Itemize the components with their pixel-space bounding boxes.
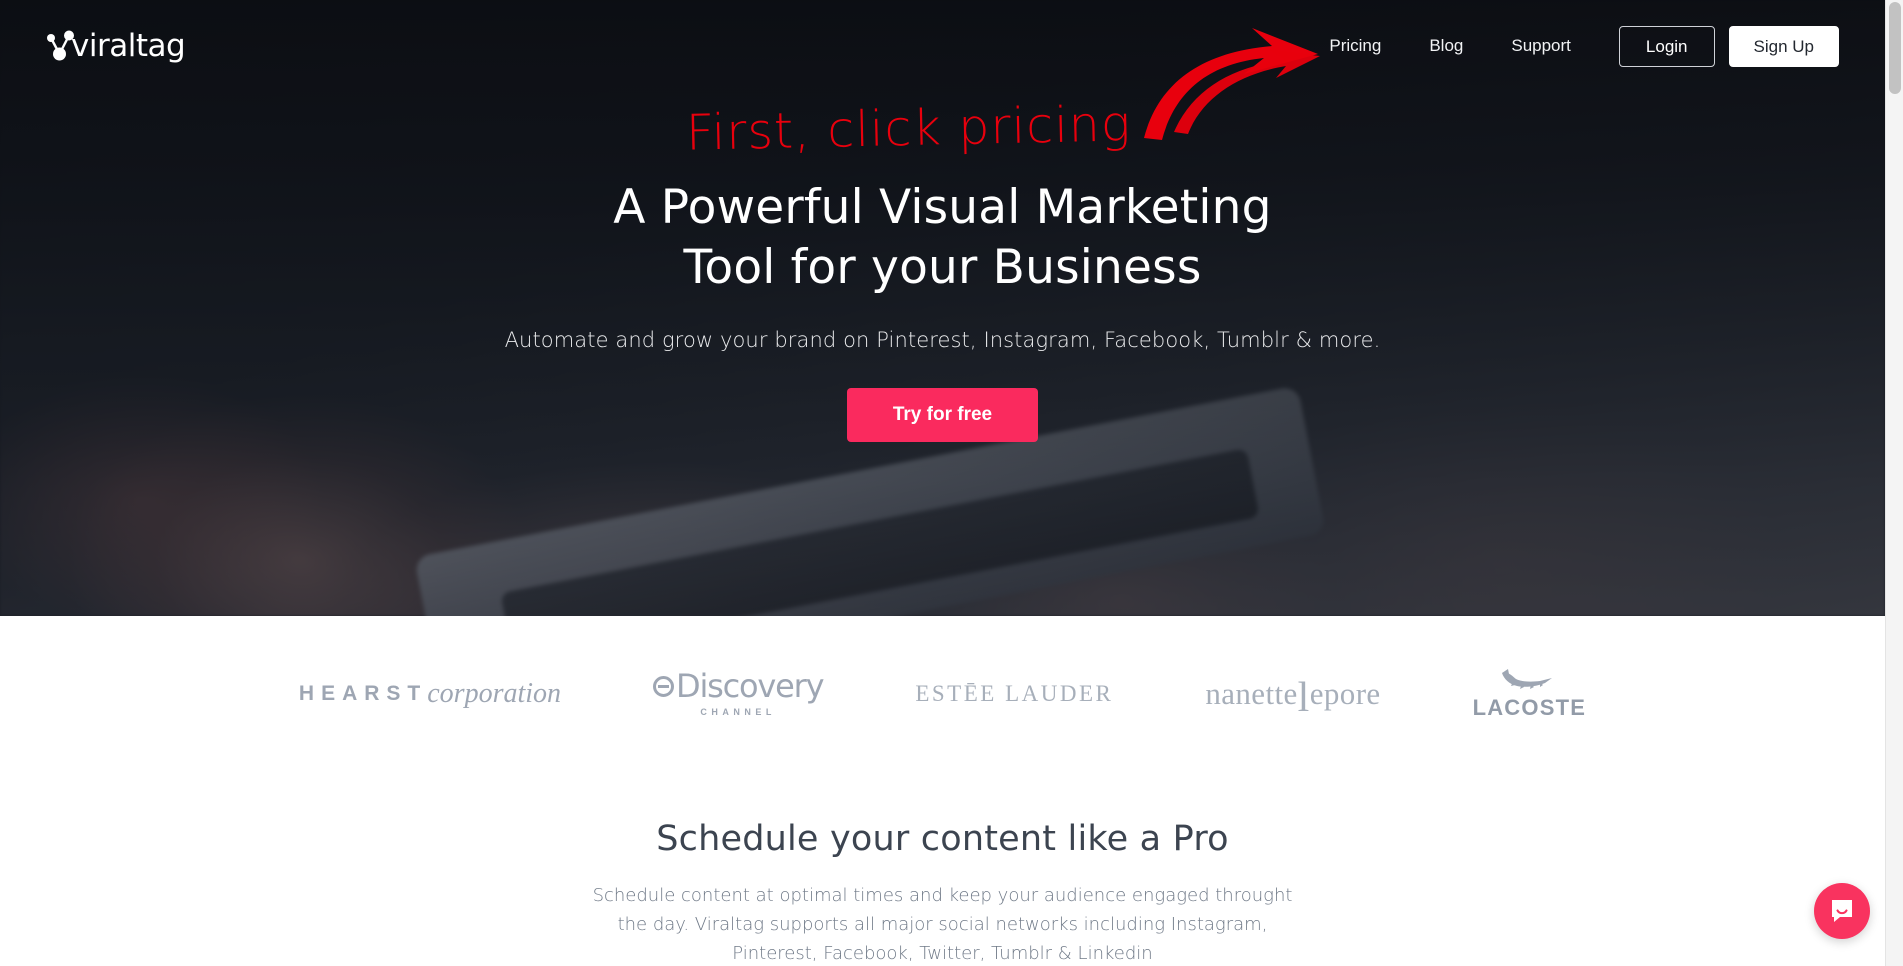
hero-title-line-2: Tool for your Business bbox=[683, 239, 1202, 295]
hero-subtitle: Automate and grow your brand on Pinteres… bbox=[504, 328, 1381, 353]
brand-logo[interactable]: viraltag bbox=[44, 26, 186, 66]
feature-title: Schedule your content like a Pro bbox=[656, 819, 1229, 859]
lacoste-wordmark: LACOSTE bbox=[1472, 694, 1587, 720]
hero-title: A Powerful Visual Marketing Tool for you… bbox=[0, 178, 1885, 297]
landing-page: viraltag Pricing Blog Support Login Sign… bbox=[0, 0, 1903, 966]
nav-links: Pricing Blog Support Login Sign Up bbox=[1305, 25, 1839, 67]
hero-title-line-1: A Powerful Visual Marketing bbox=[613, 180, 1272, 235]
discovery-channel-text: CHANNEL bbox=[700, 707, 776, 717]
chat-bubble-smile-icon bbox=[1832, 900, 1852, 922]
client-logo-nanette-lepore: nanette l epore bbox=[1205, 674, 1381, 721]
client-logos-strip: HEARST corporation Discovery CHANNEL ESTĒ… bbox=[0, 616, 1885, 771]
login-button[interactable]: Login bbox=[1618, 25, 1715, 67]
client-logo-lacoste: LACOSTE bbox=[1473, 667, 1587, 721]
nav-link-blog[interactable]: Blog bbox=[1405, 26, 1487, 66]
hero-section: viraltag Pricing Blog Support Login Sign… bbox=[0, 0, 1885, 616]
hero-cta-wrapper: Try for free bbox=[0, 388, 1885, 443]
brand-logo-text: viraltag bbox=[71, 28, 186, 64]
globe-icon bbox=[653, 675, 675, 697]
feature-body-text: Schedule content at optimal times and ke… bbox=[592, 885, 1293, 965]
page-scrollbar[interactable] bbox=[1885, 0, 1903, 966]
client-logo-discovery: Discovery CHANNEL bbox=[653, 667, 825, 717]
scrollbar-thumb[interactable] bbox=[1889, 2, 1901, 94]
discovery-row: Discovery bbox=[653, 667, 825, 705]
hearst-wordmark: HEARST bbox=[298, 681, 428, 705]
discovery-wordmark: Discovery bbox=[676, 667, 824, 705]
curved-arrow-icon bbox=[1144, 28, 1320, 140]
client-logo-estee-lauder: ESTĒE LAUDER bbox=[915, 680, 1114, 706]
signup-button[interactable]: Sign Up bbox=[1728, 25, 1839, 67]
client-logo-hearst: HEARST corporation bbox=[299, 678, 561, 710]
top-navbar: viraltag Pricing Blog Support Login Sign… bbox=[0, 0, 1885, 88]
nav-link-support[interactable]: Support bbox=[1487, 26, 1595, 66]
hearst-corporation-text: corporation bbox=[427, 677, 562, 709]
annotation-text: First, click pricing bbox=[685, 95, 1132, 162]
try-for-free-button[interactable]: Try for free bbox=[846, 388, 1039, 443]
nanette-rest: epore bbox=[1309, 675, 1381, 711]
chat-widget-button[interactable] bbox=[1814, 883, 1870, 939]
hero-content: A Powerful Visual Marketing Tool for you… bbox=[0, 178, 1885, 443]
crocodile-icon bbox=[1502, 668, 1553, 689]
nanette-first-word: nanette bbox=[1205, 675, 1298, 711]
feature-section: Schedule your content like a Pro Schedul… bbox=[0, 771, 1885, 966]
